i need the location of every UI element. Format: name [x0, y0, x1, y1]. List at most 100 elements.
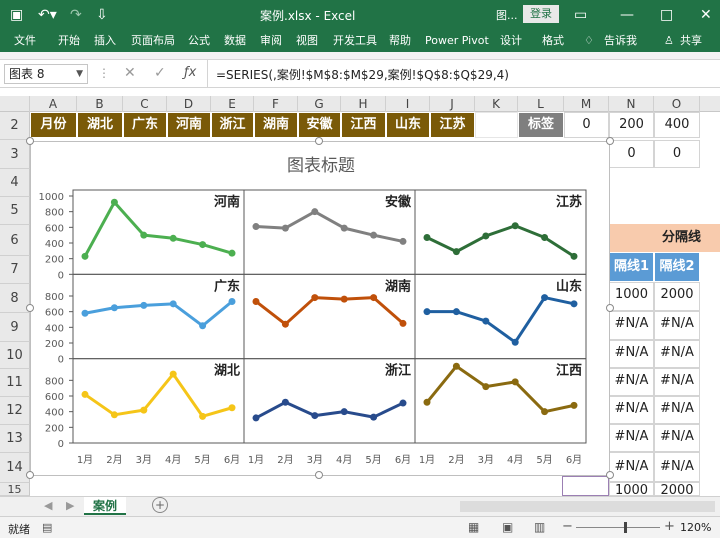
- cell-province-header[interactable]: 湖南: [254, 112, 298, 138]
- minimize-icon[interactable]: —: [620, 6, 634, 24]
- tab-format[interactable]: 格式: [542, 33, 564, 49]
- formula-input[interactable]: =SERIES(,案例!$M$8:$M$29,案例!$Q$8:$Q$29,4): [216, 66, 509, 83]
- tab-formulas[interactable]: 公式: [188, 33, 210, 49]
- redo-icon[interactable]: ↷: [70, 6, 82, 24]
- chart-area[interactable]: 图表标题 1000 800 600 400 200 0 800 600 400 200 0 800 60…: [30, 141, 610, 476]
- sheet-tab[interactable]: 案例: [84, 497, 126, 515]
- save-icon[interactable]: ▣: [10, 6, 23, 24]
- row-header[interactable]: 5: [0, 197, 30, 225]
- tab-developer[interactable]: 开发工具: [333, 33, 377, 49]
- undo-icon[interactable]: ↶▾: [38, 6, 57, 24]
- row-header[interactable]: 4: [0, 169, 30, 197]
- chart-resize-handle[interactable]: [26, 471, 34, 479]
- enter-icon[interactable]: ✓: [154, 65, 166, 81]
- cell-month-header[interactable]: 月份: [30, 112, 77, 138]
- tab-view[interactable]: 视图: [296, 33, 318, 49]
- column-header[interactable]: D: [167, 96, 211, 112]
- row-header[interactable]: 2: [0, 112, 30, 140]
- login-button[interactable]: 登录: [523, 5, 559, 23]
- divider-cell[interactable]: #N/A: [609, 396, 654, 424]
- cell-value[interactable]: 0: [654, 140, 700, 168]
- ribbon-display-options-icon[interactable]: ▭: [574, 6, 587, 24]
- column-header[interactable]: E: [211, 96, 254, 112]
- maximize-icon[interactable]: □: [660, 6, 673, 24]
- chart-tools-context-tab[interactable]: 图...: [496, 7, 518, 23]
- column-header[interactable]: G: [298, 96, 341, 112]
- tell-me-search[interactable]: 告诉我: [604, 33, 637, 49]
- column-header[interactable]: F: [254, 96, 298, 112]
- zoom-in-icon[interactable]: +: [664, 519, 675, 534]
- zoom-level[interactable]: 120%: [680, 521, 711, 534]
- divider-cell[interactable]: 2000: [654, 482, 700, 496]
- tab-help[interactable]: 帮助: [389, 33, 411, 49]
- divider-col-header[interactable]: 隔线2: [654, 252, 700, 282]
- column-header[interactable]: N: [609, 96, 654, 112]
- row-header[interactable]: 6: [0, 225, 30, 256]
- divider-cell[interactable]: #N/A: [654, 311, 700, 340]
- row-header[interactable]: 14: [0, 453, 30, 483]
- cell-province-header[interactable]: 广东: [123, 112, 167, 138]
- cell-label-header[interactable]: 标签: [518, 112, 564, 138]
- insert-function-icon[interactable]: ƒx: [184, 65, 196, 80]
- tab-insert[interactable]: 插入: [94, 33, 116, 49]
- divider-cell[interactable]: #N/A: [609, 424, 654, 452]
- cell-value[interactable]: 400: [654, 112, 700, 138]
- divider-cell[interactable]: #N/A: [609, 340, 654, 368]
- chart-resize-handle[interactable]: [606, 471, 614, 479]
- row-header[interactable]: 9: [0, 313, 30, 342]
- page-break-view-icon[interactable]: ▥: [534, 520, 545, 534]
- cancel-icon[interactable]: ✕: [124, 65, 136, 81]
- macro-record-icon[interactable]: ▤: [42, 521, 52, 534]
- divider-cell[interactable]: 1000: [609, 282, 654, 311]
- cell-province-header[interactable]: 河南: [167, 112, 211, 138]
- horizontal-scrollbar[interactable]: [460, 501, 715, 512]
- tab-page-layout[interactable]: 页面布局: [131, 33, 175, 49]
- cell-province-header[interactable]: 安徽: [298, 112, 341, 138]
- divider-cell[interactable]: #N/A: [654, 452, 700, 482]
- tab-data[interactable]: 数据: [224, 33, 246, 49]
- cell-value[interactable]: 200: [609, 112, 654, 138]
- cell-value[interactable]: 0: [564, 112, 609, 138]
- row-header[interactable]: 10: [0, 342, 30, 369]
- row-header[interactable]: 13: [0, 425, 30, 453]
- tab-file[interactable]: 文件: [14, 33, 36, 49]
- divider-cell[interactable]: #N/A: [609, 452, 654, 482]
- select-all-corner[interactable]: [0, 96, 30, 112]
- chart-resize-handle[interactable]: [315, 471, 323, 479]
- row-header[interactable]: 12: [0, 397, 30, 425]
- cell-empty[interactable]: [475, 112, 518, 138]
- divider-col-header[interactable]: 隔线1: [609, 252, 654, 282]
- divider-cell[interactable]: #N/A: [654, 396, 700, 424]
- cell-province-header[interactable]: 江苏: [430, 112, 475, 138]
- divider-cell[interactable]: #N/A: [654, 424, 700, 452]
- tab-home[interactable]: 开始: [58, 33, 80, 49]
- row-header[interactable]: 7: [0, 256, 30, 284]
- row-header[interactable]: 11: [0, 369, 30, 397]
- column-header[interactable]: L: [518, 96, 564, 112]
- zoom-slider[interactable]: [576, 527, 660, 528]
- chart-resize-handle[interactable]: [606, 137, 614, 145]
- column-header[interactable]: C: [123, 96, 167, 112]
- cell-province-header[interactable]: 江西: [341, 112, 386, 138]
- column-header[interactable]: O: [654, 96, 700, 112]
- zoom-slider-thumb[interactable]: [624, 522, 627, 533]
- row-header[interactable]: 15: [0, 483, 30, 496]
- highlighted-cell[interactable]: [562, 476, 609, 496]
- column-header[interactable]: B: [77, 96, 123, 112]
- divider-cell[interactable]: 1000: [609, 482, 654, 496]
- cell-value[interactable]: 0: [609, 140, 654, 168]
- close-icon[interactable]: ✕: [700, 6, 712, 24]
- zoom-out-icon[interactable]: −: [562, 519, 573, 534]
- divider-cell[interactable]: #N/A: [609, 311, 654, 340]
- column-header[interactable]: H: [341, 96, 386, 112]
- cell-province-header[interactable]: 湖北: [77, 112, 123, 138]
- column-header[interactable]: K: [475, 96, 518, 112]
- name-box[interactable]: 图表 8 ▼: [4, 64, 88, 84]
- divider-cell[interactable]: #N/A: [609, 368, 654, 396]
- name-box-dropdown-icon[interactable]: ▼: [76, 65, 83, 83]
- divider-cell[interactable]: #N/A: [654, 368, 700, 396]
- scroll-left-icon[interactable]: ◀: [44, 499, 52, 512]
- column-header[interactable]: J: [430, 96, 475, 112]
- column-header[interactable]: M: [564, 96, 609, 112]
- chart-resize-handle[interactable]: [26, 137, 34, 145]
